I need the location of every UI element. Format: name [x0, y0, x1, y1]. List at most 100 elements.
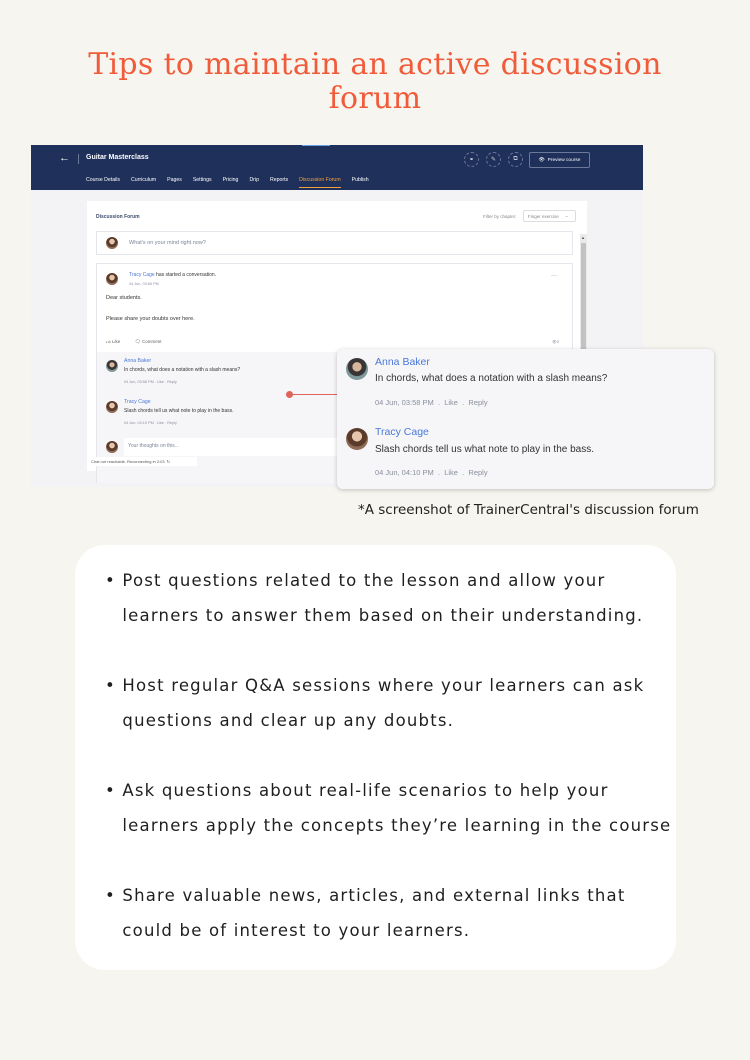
comment-text: In chords, what does a notation with a s… — [375, 373, 608, 384]
comments-callout: Anna Baker In chords, what does a notati… — [337, 349, 714, 489]
post-header: Tracy Cage has started a conversation. — [129, 272, 216, 278]
callout-dot — [286, 391, 293, 398]
tip-line-1: Host regular Q&A sessions where your lea… — [122, 676, 645, 695]
avatar — [106, 401, 118, 413]
comment-like[interactable]: Like — [157, 421, 164, 425]
course-tabs: Course Details Curriculum Pages Settings… — [86, 177, 380, 188]
highlight-line — [302, 145, 330, 146]
tip-line-2: could be of interest to your learners. — [122, 921, 471, 940]
comment-icon: 🗨︎ — [135, 339, 141, 344]
reply-placeholder: Your thoughts on this... — [128, 443, 179, 449]
page-title: Tips to maintain an active discussion fo… — [0, 48, 750, 116]
post-time: 04 Jun, 03:55 PM — [129, 282, 159, 286]
comment-author[interactable]: Anna Baker — [124, 358, 151, 364]
tab-reports[interactable]: Reports — [270, 177, 288, 188]
course-title: Guitar Masterclass — [86, 154, 149, 161]
scrollbar-thumb[interactable] — [581, 243, 586, 363]
link-icon[interactable]: ⚭ — [464, 152, 479, 167]
comment-reply[interactable]: Reply — [167, 421, 177, 425]
post-action: has started a conversation. — [154, 272, 217, 278]
avatar — [106, 237, 118, 249]
tip-item: • • Host regular Q&A sessions where your… — [105, 668, 675, 738]
comment-text: Slash chords tell us what note to play i… — [124, 408, 234, 414]
post-composer[interactable]: What's on your mind right now? — [96, 231, 573, 255]
composer-placeholder[interactable]: What's on your mind right now? — [129, 240, 206, 246]
comment-button[interactable]: 🗨︎ Comment — [135, 339, 162, 345]
tips-card: • • Post questions related to the lesson… — [75, 545, 676, 970]
tip-item: • • Ask questions about real-life scenar… — [105, 773, 675, 843]
tab-publish[interactable]: Publish — [352, 177, 369, 188]
copy-icon[interactable]: ⧉ — [508, 152, 523, 167]
tip-item: • • Share valuable news, articles, and e… — [105, 878, 675, 948]
like-label: Like — [111, 339, 121, 344]
title-line-2: forum — [328, 81, 422, 116]
comment-meta: 04 Jun, 04:10 PM . Like . Reply — [124, 421, 177, 425]
comment-text: In chords, what does a notation with a s… — [124, 367, 241, 373]
tip-line-1: Post questions related to the lesson and… — [122, 571, 606, 590]
eye-icon: 👁 — [538, 157, 545, 163]
bullet-icon: • — [105, 781, 116, 800]
tab-drip[interactable]: Drip — [249, 177, 259, 188]
comment-like[interactable]: Like — [157, 380, 164, 384]
tab-course-details[interactable]: Course Details — [86, 177, 120, 188]
bullet-icon: • — [105, 676, 116, 695]
comment-reply[interactable]: Reply — [167, 380, 177, 384]
panel-title: Discussion Forum — [96, 214, 140, 220]
comment-author[interactable]: Tracy Cage — [124, 399, 151, 405]
tab-curriculum[interactable]: Curriculum — [131, 177, 156, 188]
comment-reply[interactable]: Reply — [468, 398, 487, 407]
avatar — [346, 428, 368, 450]
avatar — [106, 273, 118, 285]
chevron-down-icon: ⌄ — [564, 213, 569, 218]
preview-course-button[interactable]: 👁 Preview course — [529, 152, 590, 168]
comment-time: 04 Jun, 04:10 PM — [124, 421, 154, 425]
avatar — [106, 360, 118, 372]
filter-label: Filter by chapter: — [483, 214, 517, 219]
tab-pricing[interactable]: Pricing — [223, 177, 239, 188]
comment-text: Slash chords tell us what note to play i… — [375, 444, 595, 455]
comment-reply[interactable]: Reply — [468, 468, 487, 477]
preview-course-label: Preview course — [547, 157, 581, 163]
filter-value: Finger exercise — [528, 213, 559, 219]
comment-like[interactable]: Like — [444, 398, 458, 407]
comment-time: 04 Jun, 03:58 PM — [375, 398, 434, 407]
status-text: Chat not reachable. Reconnecting in 2:03 — [91, 459, 165, 464]
comment-label: Comment — [141, 339, 162, 344]
tip-line-1: Ask questions about real-life scenarios … — [122, 781, 609, 800]
connection-status: Chat not reachable. Reconnecting in 2:03… — [87, 457, 197, 466]
like-button[interactable]: 👍︎ Like — [106, 339, 120, 345]
scroll-up-icon[interactable]: ▲ — [581, 235, 585, 240]
callout-connector — [289, 394, 337, 395]
post-body-line-2: Please share your doubts over here. — [106, 316, 195, 322]
post-body-line-1: Dear students. — [106, 295, 142, 301]
avatar — [106, 441, 118, 453]
comment-like[interactable]: Like — [444, 468, 458, 477]
thumbs-up-icon: 👍︎ — [106, 339, 111, 344]
back-arrow-icon[interactable]: ← — [59, 152, 70, 164]
tab-settings[interactable]: Settings — [193, 177, 212, 188]
post-author[interactable]: Tracy Cage — [129, 272, 155, 278]
screenshot-caption: *A screenshot of TrainerCentral's discus… — [358, 502, 699, 518]
top-nav-bar: ← Guitar Masterclass Course Details Curr… — [31, 145, 643, 190]
tip-line-1: Share valuable news, articles, and exter… — [122, 886, 626, 905]
tip-line-2: learners apply the concepts they’re lear… — [122, 816, 672, 835]
tip-line-2: questions and clear up any doubts. — [122, 711, 455, 730]
bullet-icon: • — [105, 886, 116, 905]
tab-discussion-forum[interactable]: Discussion Forum — [299, 177, 341, 188]
edit-icon[interactable]: ✎ — [486, 152, 501, 167]
tab-pages[interactable]: Pages — [167, 177, 182, 188]
tip-item: • • Post questions related to the lesson… — [105, 563, 675, 633]
comment-meta: 04 Jun, 03:58 PM . Like . Reply — [124, 380, 177, 384]
chapter-filter-select[interactable]: Finger exercise ⌄ — [523, 210, 576, 222]
divider — [78, 154, 79, 164]
comment-author[interactable]: Tracy Cage — [375, 426, 429, 438]
tip-line-2: learners to answer them based on their u… — [122, 606, 644, 625]
avatar — [346, 358, 368, 380]
refresh-icon: ↻ — [166, 459, 170, 464]
comment-meta: 04 Jun, 04:10 PM . Like . Reply — [375, 468, 488, 477]
more-options-icon[interactable]: ··· — [551, 273, 557, 279]
comment-time: 04 Jun, 04:10 PM — [375, 468, 434, 477]
comment-author[interactable]: Anna Baker — [375, 356, 430, 368]
title-line-1: Tips to maintain an active discussion — [88, 47, 662, 82]
views-count: 👁5 — [552, 340, 559, 344]
